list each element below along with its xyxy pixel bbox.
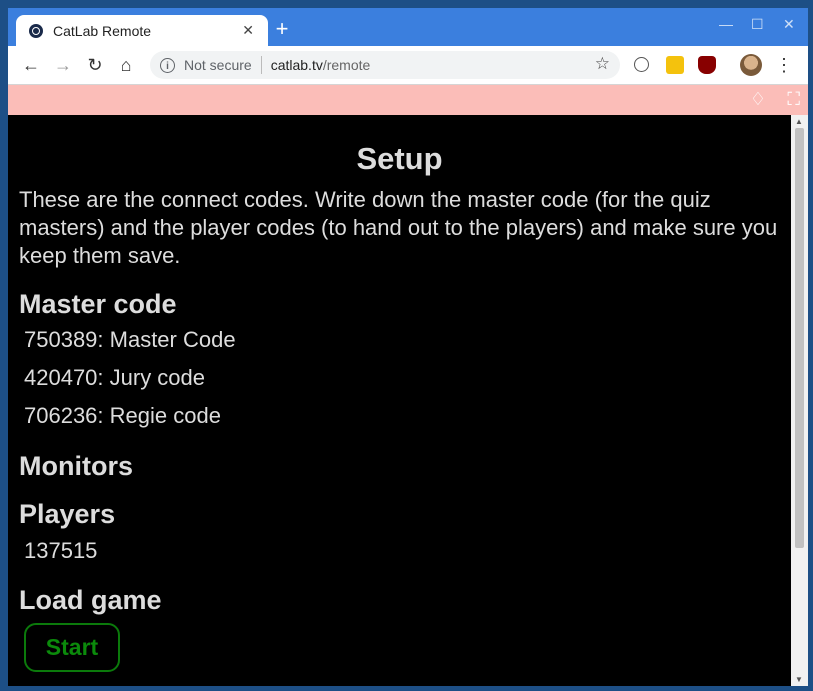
window-close-icon[interactable]: ✕ [783, 16, 795, 33]
browser-toolbar: ← → ↻ ⌂ i Not secure catlab.tv/remote ☆ … [8, 46, 808, 85]
fullscreen-icon[interactable]: ⛶ [787, 89, 800, 110]
scroll-down-icon[interactable]: ▼ [795, 675, 803, 684]
page-scrollbar[interactable]: ▲ ▼ [791, 115, 808, 686]
extension-notes-icon[interactable] [666, 56, 684, 74]
scrollbar-thumb[interactable] [795, 128, 804, 548]
jury-code-line: 420470: Jury code [24, 365, 206, 390]
players-heading: Players [19, 499, 116, 529]
browser-window: CatLab Remote ✕ + — ☐ ✕ ← → ↻ ⌂ i Not se… [8, 8, 808, 686]
security-label: Not secure [184, 57, 252, 73]
back-arrow-icon[interactable]: ← [20, 54, 42, 76]
master-code-heading: Master code [19, 289, 177, 319]
monitors-heading: Monitors [19, 451, 133, 481]
omnibox-divider [260, 56, 262, 74]
url-text: catlab.tv/remote [270, 57, 371, 73]
intro-text: These are the connect codes. Write down … [19, 187, 778, 268]
load-game-heading: Load game [19, 585, 162, 615]
home-icon[interactable]: ⌂ [115, 54, 137, 76]
scroll-up-icon[interactable]: ▲ [795, 117, 803, 126]
master-code-line: 750389: Master Code [24, 327, 236, 352]
extension-icon[interactable] [634, 57, 649, 72]
forward-arrow-icon[interactable]: → [52, 54, 74, 76]
reload-icon[interactable]: ↻ [84, 54, 106, 76]
tab-catlab-remote[interactable]: CatLab Remote ✕ [16, 15, 268, 46]
maximize-icon[interactable]: ☐ [751, 16, 764, 33]
page-content: Setup These are the connect codes. Write… [8, 115, 791, 686]
notification-icon[interactable]: ♢ [750, 89, 766, 110]
kebab-menu-icon[interactable]: ⋮ [774, 54, 794, 76]
app-top-bar: ♢ ⛶ [8, 85, 808, 115]
close-icon[interactable]: ✕ [242, 22, 254, 39]
minimize-icon[interactable]: — [719, 16, 733, 32]
tab-title: CatLab Remote [53, 22, 152, 39]
info-icon[interactable]: i [160, 57, 175, 73]
player-code-line: 137515 [24, 538, 98, 563]
profile-avatar[interactable] [740, 54, 762, 76]
address-bar[interactable]: i Not secure catlab.tv/remote ☆ [150, 51, 620, 79]
new-tab-button[interactable]: + [270, 17, 294, 41]
tab-strip: CatLab Remote ✕ + — ☐ ✕ [8, 8, 808, 46]
regie-code-line: 706236: Regie code [24, 403, 221, 428]
start-button[interactable]: Start [24, 623, 120, 672]
ublock-icon[interactable] [698, 56, 716, 74]
star-icon[interactable]: ☆ [595, 54, 610, 74]
page-title: Setup [356, 141, 443, 176]
globe-icon [29, 23, 43, 38]
